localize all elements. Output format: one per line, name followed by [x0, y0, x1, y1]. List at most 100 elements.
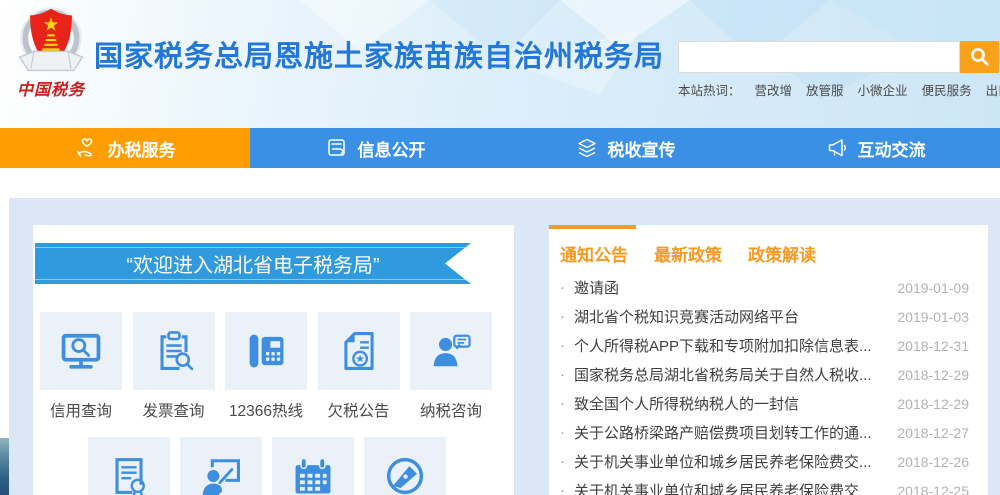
person-chat-icon	[427, 327, 475, 375]
document-arrow-icon	[325, 136, 349, 160]
quick-link-tax-calendar[interactable]	[272, 437, 354, 495]
national-tax-emblem-icon	[13, 3, 89, 79]
page: 中国税务 国家税务总局恩施土家族苗族自治州税务局 本站热词： 营改增 放管服 小…	[0, 0, 1000, 495]
news-item[interactable]: · 致全国个人所得税纳税人的一封信 2018-12-29	[560, 389, 969, 418]
news-title: 致全国个人所得税纳税人的一封信	[574, 393, 887, 414]
news-date: 2019-01-09	[897, 280, 969, 296]
quick-link-presentation[interactable]	[180, 437, 262, 495]
tile	[180, 437, 262, 495]
etax-banner[interactable]: “欢迎进入湖北省电子税务局”	[35, 243, 471, 284]
clipboard-search-icon	[150, 327, 198, 375]
quick-link-label: 发票查询	[133, 399, 215, 421]
quick-service-panel: “欢迎进入湖北省电子税务局” 信用查询	[33, 225, 514, 495]
news-date: 2018-12-27	[897, 425, 969, 441]
layers-icon	[575, 136, 599, 160]
nav-item-info-disclosure[interactable]: 信息公开	[250, 128, 500, 168]
quick-link-tax-consulting[interactable]: 纳税咨询	[410, 312, 492, 421]
news-title: 个人所得税APP下载和专项附加扣除信息表...	[574, 335, 887, 356]
site-logo[interactable]: 中国税务	[10, 3, 92, 100]
hot-words-bar: 本站热词： 营改增 放管服 小微企业 便民服务 出口退税	[678, 80, 1000, 99]
quick-link-certificate[interactable]	[88, 437, 170, 495]
news-tabs: 通知公告 最新政策 政策解读	[560, 241, 816, 266]
tile	[40, 312, 122, 390]
certificate-icon	[105, 452, 153, 495]
news-list: · 邀请函 2019-01-09 · 湖北省个税知识竞赛活动网络平台 2019-…	[560, 273, 969, 495]
tile	[318, 312, 400, 390]
search-button[interactable]	[960, 41, 999, 73]
quick-link-invoice-query[interactable]: 发票查询	[133, 312, 215, 421]
news-date: 2018-12-29	[897, 367, 969, 383]
news-item[interactable]: · 关于机关事业单位和城乡居民养老保险费交 2018-12-25	[560, 476, 969, 495]
quick-link-12366-hotline[interactable]: 12366热线	[225, 312, 307, 421]
megaphone-icon	[825, 136, 849, 160]
quick-link-navigation[interactable]	[364, 437, 446, 495]
nav-label: 办税服务	[108, 136, 176, 161]
nav-label: 信息公开	[358, 136, 426, 161]
logo-text: 中国税务	[10, 76, 92, 100]
hot-word-bianminfuwu[interactable]: 便民服务	[922, 80, 972, 99]
quick-links-row-2	[88, 437, 446, 495]
tab-notices[interactable]: 通知公告	[560, 241, 628, 266]
hot-word-yinggaizeng[interactable]: 营改增	[755, 80, 793, 99]
quick-link-label: 纳税咨询	[410, 399, 492, 421]
quick-link-label: 信用查询	[40, 399, 122, 421]
news-title: 邀请函	[574, 277, 887, 298]
news-title: 湖北省个税知识竞赛活动网络平台	[574, 306, 887, 327]
spacer-band	[0, 168, 1000, 198]
news-item[interactable]: · 邀请函 2019-01-09	[560, 273, 969, 302]
presenter-board-icon	[197, 452, 245, 495]
bullet-icon: ·	[560, 395, 565, 412]
quick-link-label: 12366热线	[225, 399, 307, 421]
news-title: 关于机关事业单位和城乡居民养老保险费交	[574, 480, 887, 495]
news-title: 国家税务总局湖北省税务局关于自然人税收...	[574, 364, 887, 385]
bullet-icon: ·	[560, 482, 565, 495]
nav-item-interaction[interactable]: 互动交流	[750, 128, 1000, 168]
ribbon-decor-line	[35, 279, 471, 280]
header: 中国税务 国家税务总局恩施土家族苗族自治州税务局 本站热词： 营改增 放管服 小…	[0, 0, 1000, 128]
news-title: 关于机关事业单位和城乡居民养老保险费交...	[574, 451, 887, 472]
tab-policy-interpretation[interactable]: 政策解读	[748, 241, 816, 266]
bullet-icon: ·	[560, 424, 565, 441]
main-nav: 办税服务 信息公开 税收宣传 互动交流	[0, 128, 1000, 168]
tile	[88, 437, 170, 495]
tab-latest-policies[interactable]: 最新政策	[654, 241, 722, 266]
quick-link-label: 欠税公告	[318, 399, 400, 421]
hot-word-xiaoweiqiye[interactable]: 小微企业	[858, 80, 908, 99]
news-item[interactable]: · 关于机关事业单位和城乡居民养老保险费交... 2018-12-26	[560, 447, 969, 476]
background-photo-edge	[0, 438, 9, 495]
news-item[interactable]: · 关于公路桥梁路产赔偿费项目划转工作的通... 2018-12-27	[560, 418, 969, 447]
search-icon	[969, 46, 991, 68]
hand-heart-icon	[75, 136, 99, 160]
bullet-icon: ·	[560, 279, 565, 296]
news-title: 关于公路桥梁路产赔偿费项目划转工作的通...	[574, 422, 887, 443]
nav-item-tax-publicity[interactable]: 税收宣传	[500, 128, 750, 168]
etax-banner-label: “欢迎进入湖北省电子税务局”	[126, 249, 379, 278]
compass-icon	[381, 452, 429, 495]
bullet-icon: ·	[560, 337, 565, 354]
nav-item-tax-service[interactable]: 办税服务	[0, 128, 250, 168]
news-panel: 通知公告 最新政策 政策解读 · 邀请函 2019-01-09 · 湖北省个税知…	[549, 225, 988, 495]
search-input[interactable]	[678, 41, 960, 73]
nav-label: 互动交流	[858, 136, 926, 161]
page-title: 国家税务总局恩施土家族苗族自治州税务局	[94, 33, 664, 75]
news-date: 2018-12-25	[897, 483, 969, 495]
telephone-icon	[242, 327, 290, 375]
tile	[410, 312, 492, 390]
hot-word-fangguanfu[interactable]: 放管服	[806, 80, 844, 99]
news-item[interactable]: · 国家税务总局湖北省税务局关于自然人税收... 2018-12-29	[560, 360, 969, 389]
tile	[272, 437, 354, 495]
hot-word-chukoutuishui[interactable]: 出口退税	[986, 80, 1000, 99]
tile	[364, 437, 446, 495]
nav-label: 税收宣传	[608, 136, 676, 161]
quick-link-credit-query[interactable]: 信用查询	[40, 312, 122, 421]
news-date: 2018-12-31	[897, 338, 969, 354]
hot-words-label: 本站热词：	[678, 80, 741, 99]
monitor-search-icon	[57, 327, 105, 375]
news-date: 2019-01-03	[897, 309, 969, 325]
news-item[interactable]: · 湖北省个税知识竞赛活动网络平台 2019-01-03	[560, 302, 969, 331]
quick-link-tax-arrears-notice[interactable]: 欠税公告	[318, 312, 400, 421]
bullet-icon: ·	[560, 308, 565, 325]
tile	[133, 312, 215, 390]
news-item[interactable]: · 个人所得税APP下载和专项附加扣除信息表... 2018-12-31	[560, 331, 969, 360]
ribbon-decor-line	[35, 247, 471, 248]
